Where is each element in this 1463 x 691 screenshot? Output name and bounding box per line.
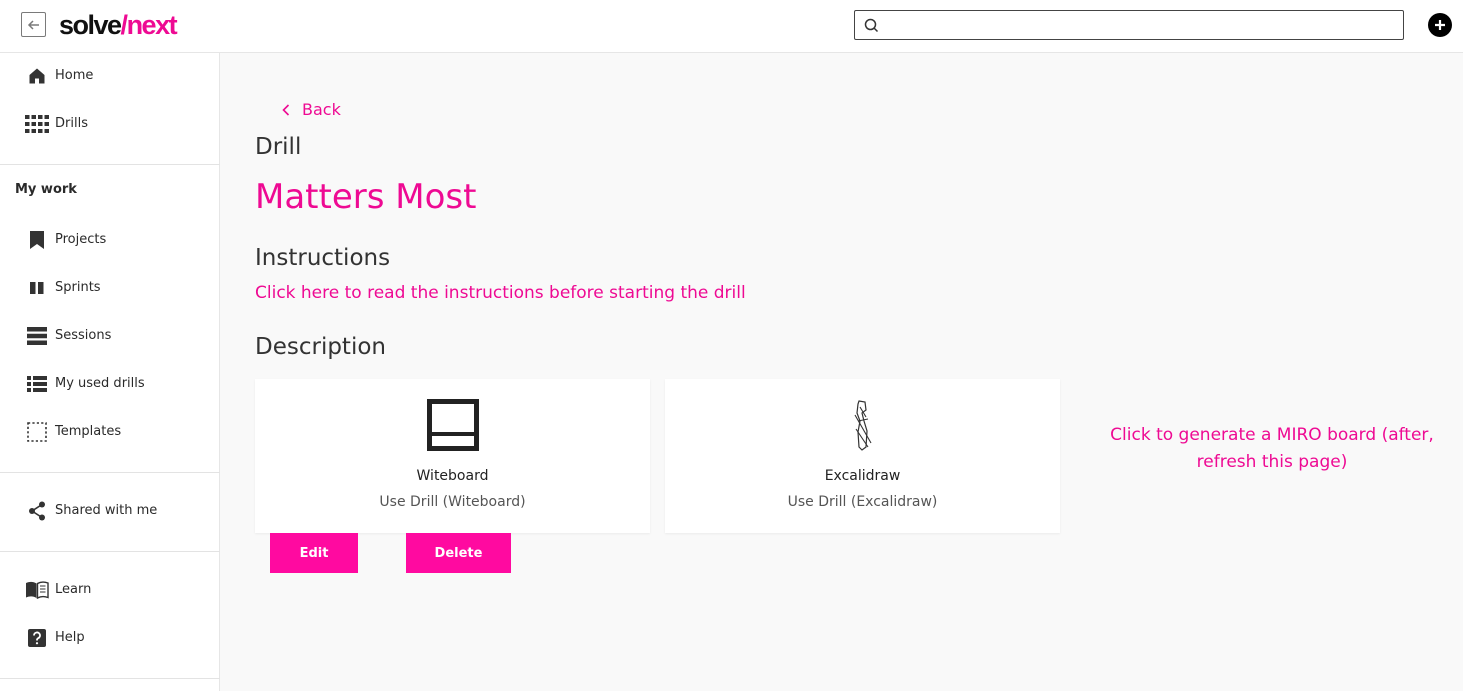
delete-button[interactable]: Delete (406, 533, 511, 573)
instructions-heading: Instructions (255, 245, 391, 271)
sidebar-item-label: Sprints (55, 280, 101, 295)
share-icon (25, 501, 49, 521)
sidebar-item-label: Home (55, 68, 94, 83)
instructions-link[interactable]: Click here to read the instructions befo… (255, 281, 746, 305)
sidebar-item-label: Learn (55, 582, 92, 597)
book-icon (25, 580, 49, 600)
sidebar-item-label: Templates (55, 424, 122, 439)
sidebar-item-label: Drills (55, 116, 88, 131)
card-name: Witeboard (416, 468, 489, 484)
generate-miro-link[interactable]: Click to generate a MIRO board (after, r… (1095, 422, 1449, 476)
sidebar-item-projects[interactable]: Projects (0, 222, 220, 258)
sidebar-item-sessions[interactable]: Sessions (0, 318, 220, 354)
logo-next: next (126, 10, 178, 40)
sidebar-divider (0, 472, 220, 473)
search-icon (864, 18, 879, 33)
sidebar-item-label: Help (55, 630, 85, 645)
help-icon (25, 628, 49, 648)
app-logo[interactable]: solve/next (59, 10, 178, 40)
sidebar-item-label: Projects (55, 232, 107, 247)
back-link[interactable]: Back (282, 98, 341, 122)
logo-solve: solve (59, 10, 122, 40)
back-label: Back (302, 100, 341, 119)
sidebar-item-my-used-drills[interactable]: My used drills (0, 366, 220, 402)
sidebar-item-drills[interactable]: Drills (0, 106, 220, 142)
list-icon (25, 374, 49, 394)
sidebar-divider (0, 678, 220, 679)
sidebar-item-label: Sessions (55, 328, 112, 343)
page-title: Matters Most (255, 177, 477, 217)
card-name: Excalidraw (824, 468, 901, 484)
search-box[interactable] (854, 10, 1404, 40)
sidebar-item-learn[interactable]: Learn (0, 572, 220, 608)
sidebar-item-templates[interactable]: Templates (0, 414, 220, 450)
bookmark-icon (25, 230, 49, 250)
page-kicker: Drill (255, 134, 302, 160)
sidebar-item-label: Shared with me (55, 503, 158, 518)
collapse-sidebar-button[interactable] (21, 12, 46, 37)
sidebar-item-home[interactable]: Home (0, 58, 220, 94)
rows-icon (25, 326, 49, 346)
columns-icon (25, 278, 49, 298)
excalidraw-icon (854, 400, 871, 451)
top-header: solve/next (0, 0, 1463, 53)
sidebar-item-shared-with-me[interactable]: Shared with me (0, 493, 220, 529)
sidebar-divider (0, 164, 220, 165)
card-subtitle: Use Drill (Witeboard) (379, 494, 526, 510)
plus-icon (1435, 20, 1445, 30)
grid-icon (25, 114, 49, 134)
sidebar: Home Drills My work Projects Sprints Ses… (0, 53, 220, 691)
sidebar-item-label: My used drills (55, 376, 145, 391)
add-button[interactable] (1428, 13, 1452, 37)
home-icon (25, 66, 49, 86)
sidebar-divider (0, 551, 220, 552)
description-heading: Description (255, 334, 386, 360)
dashed-square-icon (25, 422, 49, 442)
search-input[interactable] (887, 14, 1397, 36)
section-title-my-work: My work (15, 182, 77, 197)
drill-card-witeboard[interactable]: Witeboard Use Drill (Witeboard) (255, 379, 650, 533)
chevron-left-icon (282, 104, 290, 116)
whiteboard-icon (426, 399, 479, 451)
edit-button[interactable]: Edit (270, 533, 358, 573)
sidebar-item-sprints[interactable]: Sprints (0, 270, 220, 306)
drill-card-excalidraw[interactable]: Excalidraw Use Drill (Excalidraw) (665, 379, 1060, 533)
arrow-left-icon (27, 19, 39, 30)
sidebar-item-help[interactable]: Help (0, 620, 220, 656)
card-subtitle: Use Drill (Excalidraw) (787, 494, 938, 510)
